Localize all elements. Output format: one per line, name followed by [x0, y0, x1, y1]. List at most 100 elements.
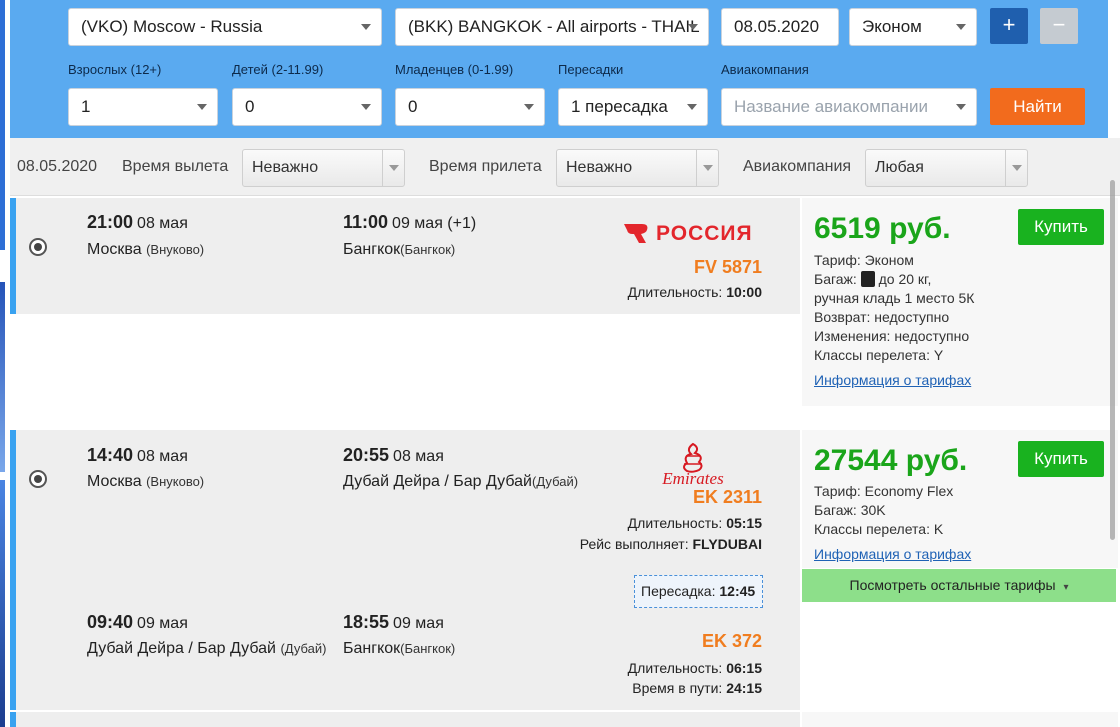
arrival-time-label: Время прилета [429, 158, 542, 175]
filter-date: 08.05.2020 [17, 158, 98, 175]
price: 27544 руб. [814, 444, 968, 477]
arrival-time: 18:55 09 мая [343, 612, 444, 633]
stops-label: Пересадки [558, 62, 624, 77]
arrival-city: Дубай Дейра / Бар Дубай(Дубай) [343, 473, 578, 491]
departure-airport: (Внуково) [146, 242, 205, 257]
date-input[interactable]: 08.05.2020 [721, 8, 839, 46]
buy-button[interactable]: Купить [1018, 209, 1104, 245]
adults-value: 1 [81, 97, 91, 116]
chevron-down-icon [361, 24, 371, 30]
duration: Длительность: 06:15 [628, 660, 762, 676]
departure-city: Москва (Внуково) [87, 241, 204, 259]
departure-date: 08 мая [137, 215, 188, 232]
duration-value: 05:15 [726, 515, 762, 531]
price-panel: 27544 руб. Купить Тариф: Economy Flex Ба… [802, 430, 1118, 568]
departure-airport: (Внуково) [146, 474, 205, 489]
flight-radio[interactable] [29, 470, 47, 488]
origin-select[interactable]: (VKO) Moscow - Russia [68, 8, 382, 46]
tariff-name: Тариф: Эконом [814, 252, 914, 268]
tariff-info-link[interactable]: Информация о тарифах [814, 372, 971, 388]
arrival-date: 08 мая [393, 448, 444, 465]
chevron-down-icon [361, 104, 371, 110]
departure-city-name: Дубай Дейра / Бар Дубай [87, 640, 276, 657]
arrival-city-name: Дубай Дейра / Бар Дубай [343, 473, 532, 490]
left-edge-strip [0, 0, 10, 727]
arrival-time: 20:55 08 мая [343, 445, 444, 466]
arrival-time-value: 11:00 [343, 212, 389, 232]
departure-time-value: 14:40 [87, 445, 134, 465]
buy-button[interactable]: Купить [1018, 441, 1104, 477]
baggage-value: до 20 кг, [878, 271, 932, 287]
departure-time-value: Неважно [252, 159, 319, 176]
cabin-select[interactable]: Эконом [849, 8, 977, 46]
flight-card[interactable] [10, 712, 800, 727]
left-edge-band [0, 0, 5, 250]
card-accent [10, 198, 16, 314]
chevron-down-icon [956, 24, 966, 30]
infants-select[interactable]: 0 [395, 88, 545, 126]
baggage: Багаж: до 20 кг, [814, 270, 974, 289]
transfer-badge: Пересадка: 12:45 [634, 575, 763, 608]
arrival-time-select[interactable]: Неважно [556, 149, 719, 187]
departure-date: 09 мая [137, 615, 188, 632]
departure-time-select[interactable]: Неважно [242, 149, 405, 187]
airline-label: Авиакомпания [721, 62, 809, 77]
add-route-button[interactable]: + [990, 8, 1028, 44]
refund: Возврат: недоступно [814, 309, 950, 325]
duration-value: 10:00 [726, 284, 762, 300]
children-label: Детей (2-11.99) [232, 62, 324, 77]
departure-city: Дубай Дейра / Бар Дубай (Дубай) [87, 640, 327, 658]
chevron-down-icon [687, 104, 697, 110]
booking-class: Классы перелета: K [814, 521, 944, 537]
tariff-info-link[interactable]: Информация о тарифах [814, 546, 971, 562]
flight-number: EK 2311 [692, 487, 762, 507]
duration-label: Длительность: [627, 660, 723, 676]
filter-bar: 08.05.2020 Время вылета Неважно Время пр… [10, 138, 1120, 196]
airline-filter-select[interactable]: Любая [865, 149, 1028, 187]
arrival-airport: (Бангкок) [400, 242, 456, 257]
origin-value: (VKO) Moscow - Russia [81, 17, 263, 36]
departure-city-name: Москва [87, 473, 142, 490]
arrival-airport: (Бангкок) [400, 641, 456, 656]
departure-date: 08 мая [137, 448, 188, 465]
duration: Длительность: 10:00 [628, 284, 762, 300]
find-button[interactable]: Найти [990, 88, 1085, 125]
adults-select[interactable]: 1 [68, 88, 218, 126]
price-panel [802, 712, 1118, 727]
stops-value: 1 пересадка [571, 97, 668, 116]
children-select[interactable]: 0 [232, 88, 382, 126]
baggage-label: Багаж: [814, 271, 857, 287]
chevron-down-icon [524, 104, 534, 110]
arrival-city: Бангкок(Бангкок) [343, 640, 455, 658]
arrival-date: 09 мая [393, 615, 444, 632]
emirates-logo-text: Emirates [662, 469, 724, 488]
chevron-down-icon [696, 150, 718, 186]
changes: Изменения: недоступно [814, 328, 970, 344]
airline-filter-label: Авиакомпания [743, 158, 852, 175]
chevron-down-icon: ▾ [1063, 582, 1069, 593]
booking-class: Классы перелета: Y [814, 347, 944, 363]
remove-route-button[interactable]: − [1040, 8, 1078, 44]
destination-select[interactable]: (BKK) BANGKOK - All airports - THAIL [395, 8, 709, 46]
flight-card[interactable]: 21:00 08 мая Москва (Внуково) 11:00 09 мая… [10, 198, 800, 314]
arrival-date: 09 мая (+1) [392, 215, 477, 232]
operated-by-label: Рейс выполняет: [579, 536, 689, 552]
more-tariffs-button[interactable]: Посмотреть остальные тарифы ▾ [802, 569, 1116, 602]
departure-time: 14:40 08 мая [87, 445, 188, 466]
flight-number: FV 5871 [693, 257, 762, 277]
total-travel-time: Время в пути: 24:15 [632, 680, 762, 696]
total-travel-time-value: 24:15 [726, 680, 762, 696]
duration-label: Длительность: [627, 515, 723, 531]
flight-radio[interactable] [29, 238, 47, 256]
scrollbar[interactable] [1110, 180, 1115, 540]
suitcase-icon [860, 271, 875, 287]
airline-input[interactable]: Название авиакомпании [721, 88, 977, 126]
departure-time-label: Время вылета [122, 158, 229, 175]
stops-select[interactable]: 1 пересадка [558, 88, 708, 126]
chevron-down-icon [956, 104, 966, 110]
tariff-name: Тариф: Economy Flex [814, 483, 954, 499]
arrival-time-value: 20:55 [343, 445, 390, 465]
tariff-details: Тариф: Economy Flex Багаж: 30K Классы пе… [814, 482, 953, 539]
flight-card[interactable]: 14:40 08 мая Москва (Внуково) 20:55 08 мая… [10, 430, 800, 710]
children-value: 0 [245, 97, 255, 116]
